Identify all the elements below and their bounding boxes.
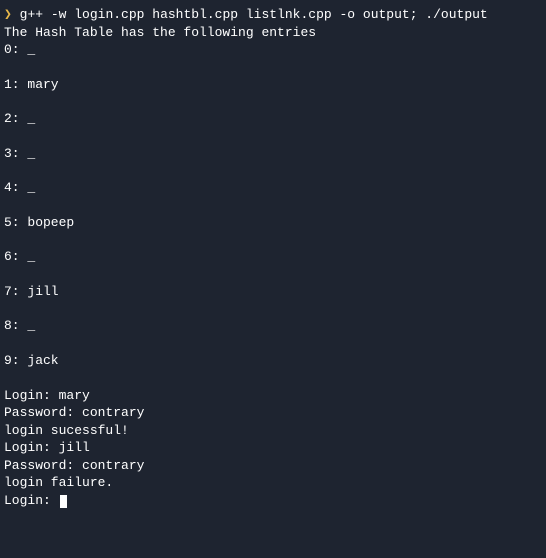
blank-line	[4, 197, 542, 214]
login-session: Login: maryPassword: contrarylogin suces…	[4, 387, 542, 492]
login-prompt-label: Login:	[4, 493, 59, 508]
hash-entry: 8: _	[4, 317, 542, 335]
blank-line	[4, 59, 542, 76]
blank-line	[4, 370, 542, 387]
hash-entry: 0: _	[4, 41, 542, 59]
hash-entry: 4: _	[4, 179, 542, 197]
session-line: Password: contrary	[4, 457, 542, 475]
hash-entry: 5: bopeep	[4, 214, 542, 232]
session-line: Login: mary	[4, 387, 542, 405]
blank-line	[4, 300, 542, 317]
blank-line	[4, 93, 542, 110]
blank-line	[4, 335, 542, 352]
hash-entry: 7: jill	[4, 283, 542, 301]
session-line: login sucessful!	[4, 422, 542, 440]
prompt-symbol: ❯	[4, 7, 12, 22]
current-login-prompt[interactable]: Login:	[4, 492, 542, 510]
blank-line	[4, 266, 542, 283]
header-line: The Hash Table has the following entries	[4, 24, 542, 42]
hash-entry: 6: _	[4, 248, 542, 266]
blank-line	[4, 162, 542, 179]
blank-line	[4, 128, 542, 145]
command-text: g++ -w login.cpp hashtbl.cpp listlnk.cpp…	[20, 7, 488, 22]
hash-entry: 1: mary	[4, 76, 542, 94]
hash-entry: 2: _	[4, 110, 542, 128]
hash-entry: 3: _	[4, 145, 542, 163]
hash-entry: 9: jack	[4, 352, 542, 370]
session-line: Login: jill	[4, 439, 542, 457]
cursor	[60, 495, 67, 508]
command-line: ❯ g++ -w login.cpp hashtbl.cpp listlnk.c…	[4, 6, 542, 24]
session-line: Password: contrary	[4, 404, 542, 422]
blank-line	[4, 231, 542, 248]
hash-entries: 0: _ 1: mary 2: _ 3: _ 4: _ 5: bopeep 6: _ 7: j…	[4, 41, 542, 369]
session-line: login failure.	[4, 474, 542, 492]
